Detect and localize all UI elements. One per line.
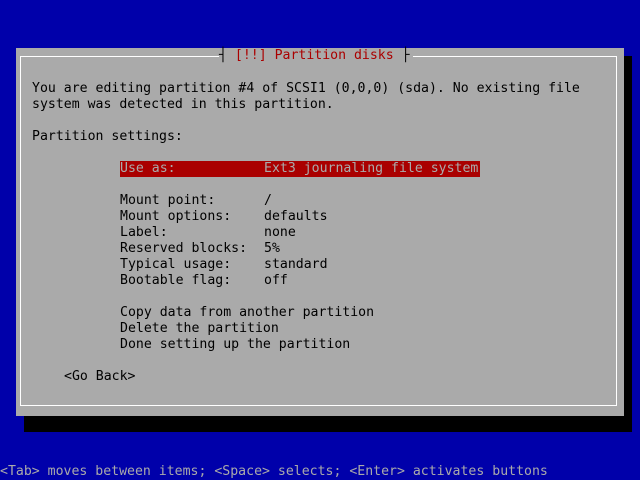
setting-value: Ext3 journaling file system bbox=[264, 161, 479, 176]
setting-label: Bootable flag: bbox=[120, 273, 232, 288]
setting-bootable-flag[interactable]: Bootable flag: off bbox=[120, 273, 480, 289]
dialog-title: ┤ [!!] Partition disks ├ bbox=[219, 48, 413, 64]
action-delete-partition[interactable]: Delete the partition bbox=[120, 321, 279, 337]
setting-value: defaults bbox=[264, 209, 328, 224]
setting-value: off bbox=[264, 273, 288, 288]
action-done-setting-up[interactable]: Done setting up the partition bbox=[120, 337, 350, 353]
partition-settings-heading: Partition settings: bbox=[32, 129, 183, 144]
title-right-bar: ├ bbox=[393, 48, 410, 63]
setting-label: Reserved blocks: bbox=[120, 241, 248, 256]
setting-mount-options[interactable]: Mount options: defaults bbox=[120, 209, 480, 225]
setting-label: Mount point: bbox=[120, 193, 216, 208]
setting-label: Typical usage: bbox=[120, 257, 232, 272]
setting-value: / bbox=[264, 193, 272, 208]
keyboard-help-footer: <Tab> moves between items; <Space> selec… bbox=[0, 464, 548, 479]
setting-typical-usage[interactable]: Typical usage: standard bbox=[120, 257, 480, 273]
setting-value: none bbox=[264, 225, 296, 240]
go-back-button[interactable]: <Go Back> bbox=[64, 369, 135, 385]
setting-value: 5% bbox=[264, 241, 280, 256]
setting-label: Use as: bbox=[120, 161, 176, 176]
setting-label: Mount options: bbox=[120, 209, 232, 224]
action-copy-data[interactable]: Copy data from another partition bbox=[120, 305, 374, 321]
setting-reserved-blocks[interactable]: Reserved blocks: 5% bbox=[120, 241, 480, 257]
setting-value: standard bbox=[264, 257, 328, 272]
setting-label: Label: bbox=[120, 225, 168, 240]
setting-mount-point[interactable]: Mount point: / bbox=[120, 193, 480, 209]
intro-text-line-1: You are editing partition #4 of SCSI1 (0… bbox=[32, 81, 580, 96]
title-left-bar: ┤ bbox=[219, 48, 235, 63]
setting-label-field[interactable]: Label: none bbox=[120, 225, 480, 241]
intro-text-line-2: system was detected in this partition. bbox=[32, 97, 334, 112]
installer-screen: ┤ [!!] Partition disks ├ You are editing… bbox=[0, 0, 640, 480]
setting-use-as[interactable]: Use as: Ext3 journaling file system bbox=[120, 161, 480, 177]
dialog-title-text: [!!] Partition disks bbox=[234, 48, 394, 63]
